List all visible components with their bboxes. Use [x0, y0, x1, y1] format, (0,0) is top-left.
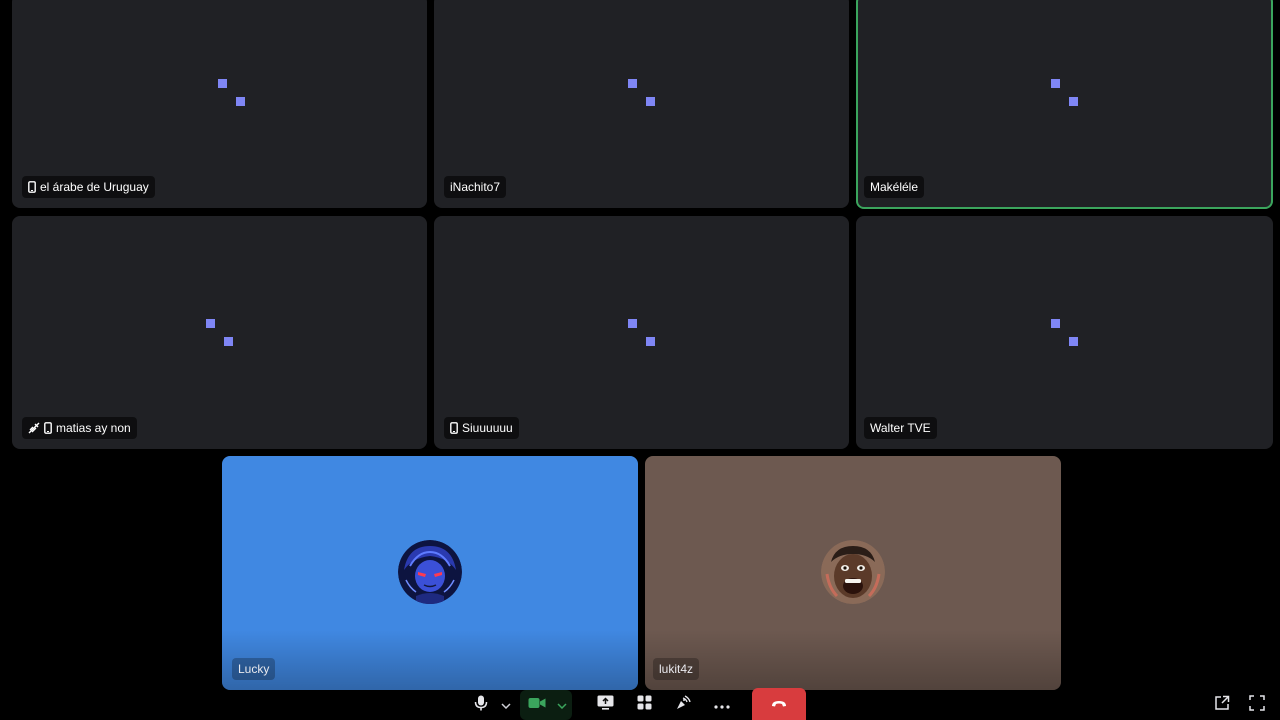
participant-tile[interactable]: Lucky [222, 456, 638, 690]
participant-tile[interactable]: iNachito7 [434, 0, 849, 208]
participant-name: iNachito7 [450, 180, 501, 194]
microphone-icon [474, 695, 488, 716]
participant-tile[interactable]: Walter TVE [856, 216, 1273, 449]
voice-call-stage: el árabe de Uruguay iNachito7 Makéléle m… [0, 0, 1280, 720]
participant-nameplate: Makéléle [864, 176, 925, 198]
screen-share-icon [597, 695, 614, 715]
participant-name: el árabe de Uruguay [40, 180, 149, 194]
popout-button[interactable] [1211, 692, 1233, 718]
disconnect-button[interactable] [752, 688, 806, 720]
participant-nameplate: lukit4z [653, 658, 700, 680]
participant-tile[interactable]: lukit4z [645, 456, 1061, 690]
participant-nameplate: Lucky [232, 658, 276, 680]
loading-indicator [628, 79, 656, 107]
hangup-icon [771, 695, 787, 713]
participant-name: Walter TVE [870, 421, 931, 435]
more-icon [714, 696, 730, 714]
participant-tile-speaking[interactable]: Makéléle [856, 0, 1273, 209]
screen-share-button[interactable] [594, 692, 616, 718]
loading-indicator [1051, 79, 1079, 107]
camera-button[interactable] [526, 692, 548, 718]
soundboard-icon [675, 694, 691, 716]
participant-nameplate: el árabe de Uruguay [22, 176, 155, 198]
loading-indicator [628, 319, 656, 347]
chevron-down-icon [557, 696, 567, 714]
loading-indicator [206, 319, 234, 347]
chevron-down-icon [501, 696, 511, 714]
participant-nameplate: Walter TVE [864, 417, 937, 439]
phone-icon [44, 422, 52, 434]
loading-indicator [1051, 319, 1079, 347]
participant-nameplate: Siuuuuuu [444, 417, 519, 439]
camera-icon [528, 696, 546, 714]
participant-nameplate: matias ay non [22, 417, 137, 439]
user-avatar [821, 540, 885, 604]
participant-nameplate: iNachito7 [444, 176, 507, 198]
participant-tile[interactable]: el árabe de Uruguay [12, 0, 427, 208]
phone-icon [450, 422, 458, 434]
loading-indicator [218, 79, 246, 107]
microphone-options-button[interactable] [498, 692, 514, 718]
participant-name: Makéléle [870, 180, 919, 194]
popout-icon [1214, 695, 1230, 716]
microphone-button[interactable] [470, 692, 492, 718]
more-options-button[interactable] [711, 692, 733, 718]
participant-tile[interactable]: matias ay non [12, 216, 427, 449]
participant-tile[interactable]: Siuuuuuu [434, 216, 849, 449]
phone-icon [28, 181, 36, 193]
muted-icon [28, 422, 40, 434]
participant-name: lukit4z [659, 662, 694, 676]
activities-button[interactable] [633, 692, 655, 718]
participant-name: Lucky [238, 662, 270, 676]
activities-icon [637, 695, 652, 715]
user-avatar [398, 540, 462, 604]
fullscreen-button[interactable] [1246, 692, 1268, 718]
call-controls-bar [0, 688, 1280, 720]
camera-options-button[interactable] [554, 692, 570, 718]
participant-name: matias ay non [56, 421, 131, 435]
soundboard-button[interactable] [672, 692, 694, 718]
participant-name: Siuuuuuu [462, 421, 513, 435]
fullscreen-icon [1249, 694, 1265, 716]
